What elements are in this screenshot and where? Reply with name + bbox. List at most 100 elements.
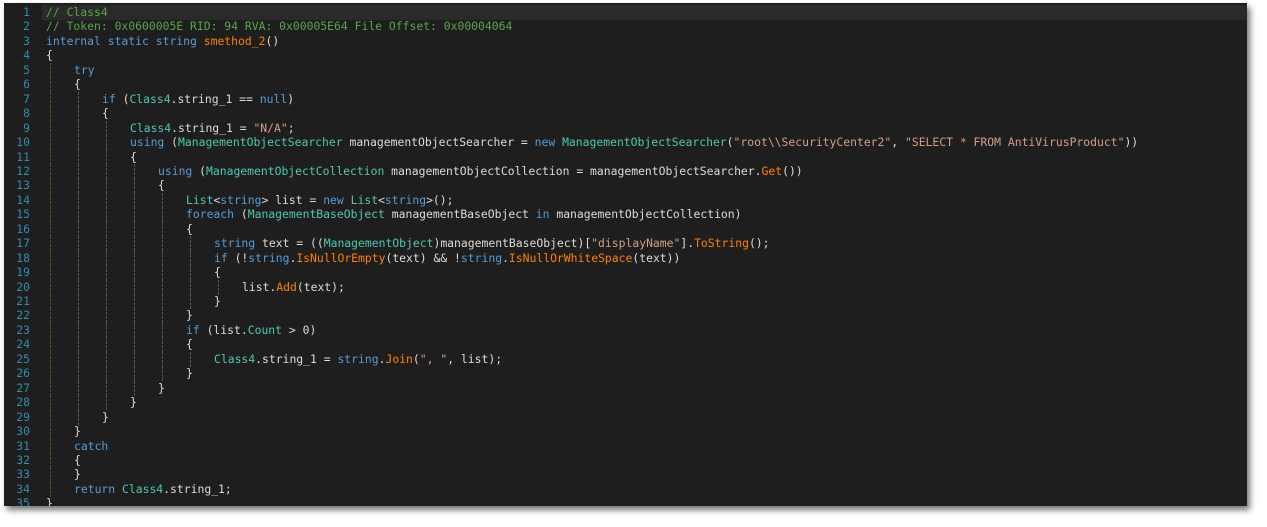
code-line[interactable]: 8{ bbox=[4, 106, 1247, 122]
indent-guide bbox=[50, 366, 51, 382]
code-line[interactable]: 26} bbox=[4, 366, 1247, 382]
indent-guide bbox=[134, 265, 135, 281]
indent-guide bbox=[162, 294, 163, 309]
code-token: text = (( bbox=[255, 236, 324, 251]
line-number: 1 bbox=[23, 5, 30, 19]
indent-guide bbox=[134, 337, 135, 353]
code-line[interactable]: 6{ bbox=[4, 77, 1247, 93]
code-line[interactable]: 23 if (list.Count > 0) bbox=[4, 322, 1247, 338]
code-line[interactable]: 4{ bbox=[4, 48, 1247, 63]
indent-guide bbox=[134, 236, 135, 252]
code-line[interactable]: 7 if (Class4.string_1 == null) bbox=[4, 91, 1247, 107]
code-line[interactable]: 9 Class4.string_1 = "N/A"; bbox=[4, 120, 1247, 136]
code-line[interactable]: 27} bbox=[4, 380, 1247, 396]
code-text: using (ManagementObjectSearcher manageme… bbox=[130, 135, 1138, 150]
code-token: } bbox=[74, 467, 81, 482]
code-line[interactable]: 21} bbox=[4, 294, 1247, 309]
code-line[interactable]: 32 { bbox=[4, 452, 1247, 468]
code-line[interactable]: 35} bbox=[4, 496, 1247, 506]
indent-guide bbox=[50, 351, 51, 367]
line-number: 19 bbox=[16, 265, 30, 280]
indent-guide bbox=[134, 366, 135, 382]
code-token: >(); bbox=[426, 192, 454, 207]
code-token: ", " bbox=[419, 351, 448, 366]
code-token: } bbox=[214, 294, 221, 308]
indent-guide bbox=[50, 250, 51, 266]
indent-guide bbox=[134, 279, 135, 295]
indent-guide bbox=[134, 294, 135, 309]
indent-guide bbox=[106, 366, 107, 382]
code-line[interactable]: 29} bbox=[4, 409, 1247, 425]
code-line[interactable]: 25 Class4.string_1 = string.Join(", ", li… bbox=[4, 351, 1247, 367]
code-token: list. bbox=[242, 279, 277, 294]
code-token: { bbox=[46, 48, 53, 63]
code-line[interactable]: 15 foreach (ManagementBaseObject manageme… bbox=[4, 207, 1247, 223]
code-token: "root\\SecurityCenter2" bbox=[733, 135, 892, 150]
indent-guide bbox=[162, 236, 163, 252]
code-line[interactable]: 11 { bbox=[4, 149, 1247, 165]
line-number: 32 bbox=[16, 452, 30, 467]
code-token: } bbox=[102, 409, 109, 424]
indent-guide bbox=[50, 424, 51, 440]
code-line[interactable]: 22} bbox=[4, 308, 1247, 324]
indent-guide bbox=[78, 265, 79, 281]
indent-guide bbox=[162, 192, 163, 208]
code-token: { bbox=[158, 178, 165, 193]
code-text: { bbox=[214, 265, 221, 280]
code-token: string bbox=[337, 351, 379, 366]
code-token: } bbox=[46, 496, 53, 506]
code-line[interactable]: 19 { bbox=[4, 265, 1247, 281]
indent-guide bbox=[106, 351, 107, 367]
line-number: 22 bbox=[16, 308, 30, 323]
code-token: } bbox=[158, 380, 165, 395]
indent-guide bbox=[78, 337, 79, 353]
indent-guide bbox=[50, 207, 51, 223]
code-token: string bbox=[214, 236, 256, 251]
code-line[interactable]: 10 using (ManagementObjectSearcher manage… bbox=[4, 135, 1247, 151]
line-number: 9 bbox=[23, 120, 30, 135]
indent-guide bbox=[190, 294, 191, 309]
indent-guide bbox=[50, 380, 51, 396]
code-token: string bbox=[384, 192, 427, 207]
code-token: IsNullOrWhiteSpace bbox=[508, 250, 633, 265]
code-line[interactable]: 5 try bbox=[4, 62, 1247, 78]
indent-guide bbox=[162, 279, 163, 295]
indent-guide bbox=[106, 380, 107, 396]
indent-guide bbox=[50, 294, 51, 309]
code-line[interactable]: 13 { bbox=[4, 178, 1247, 194]
code-token: () bbox=[265, 33, 280, 48]
indent-guide bbox=[50, 438, 51, 454]
code-token: ( bbox=[171, 135, 179, 150]
code-line[interactable]: 1 // Class4 bbox=[4, 5, 1247, 20]
code-text: { bbox=[46, 48, 53, 63]
code-token: if bbox=[186, 322, 207, 337]
indent-guide bbox=[106, 250, 107, 266]
indent-guide bbox=[106, 294, 107, 309]
code-token: ( bbox=[726, 135, 734, 150]
code-line[interactable]: 14 List<string> list = new List<string>()… bbox=[4, 192, 1247, 208]
code-line[interactable]: 12 using (ManagementObjectCollection mana… bbox=[4, 163, 1247, 179]
code-line[interactable]: 30} bbox=[4, 424, 1247, 440]
code-token: )managementBaseObject)[ bbox=[433, 236, 592, 251]
code-line[interactable]: 34 return Class4.string_1; bbox=[4, 481, 1247, 497]
code-line[interactable]: 3 internal static string smethod_2() bbox=[4, 34, 1247, 49]
code-text: } bbox=[74, 467, 81, 482]
code-token: smethod_2 bbox=[203, 33, 266, 48]
code-token: } bbox=[74, 424, 81, 439]
code-editor-window: 1 // Class4 2 // Token: 0x0600005E RID: 94 … bbox=[4, 3, 1247, 506]
code-line[interactable]: 2 // Token: 0x0600005E RID: 94 RVA: 0x000… bbox=[4, 19, 1247, 34]
code-line[interactable]: 20 list.Add(text); bbox=[4, 279, 1247, 295]
code-line[interactable]: 31 catch bbox=[4, 438, 1247, 454]
code-line[interactable]: 18 if (!string.IsNullOrEmpty(text) && !st… bbox=[4, 250, 1247, 266]
code-line[interactable]: 24 { bbox=[4, 337, 1247, 353]
line-number: 31 bbox=[16, 438, 30, 453]
code-text: } bbox=[214, 294, 221, 309]
line-number: 24 bbox=[16, 337, 30, 352]
code-token: ManagementObject bbox=[323, 236, 434, 251]
code-text: // Token: 0x0600005E RID: 94 RVA: 0x0000… bbox=[46, 19, 512, 34]
code-line[interactable]: 17 string text = ((ManagementObject)manag… bbox=[4, 236, 1247, 252]
code-line[interactable]: 33} bbox=[4, 467, 1247, 483]
code-line[interactable]: 16 { bbox=[4, 221, 1247, 237]
code-line[interactable]: 28} bbox=[4, 395, 1247, 411]
code-token: string bbox=[220, 192, 262, 207]
